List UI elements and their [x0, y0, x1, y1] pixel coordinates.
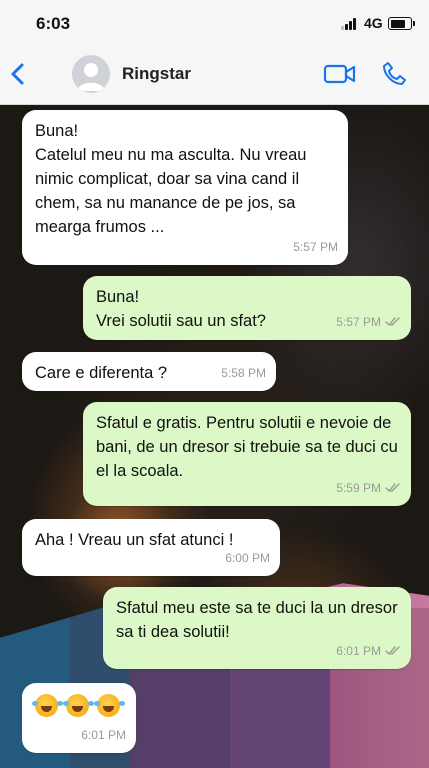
status-bar: 6:03 4G — [0, 0, 429, 44]
message-text: Sfatul e gratis. Pentru solutii e nevoie… — [96, 414, 398, 480]
timestamp: 5:57 PM — [336, 315, 381, 329]
video-camera-icon[interactable] — [323, 62, 357, 86]
message-time: 5:57 PM — [336, 310, 401, 334]
timestamp: 6:01 PM — [81, 728, 126, 742]
timestamp: 5:59 PM — [336, 481, 381, 495]
message-incoming[interactable]: Aha ! Vreau un sfat atunci ! 6:00 PM — [22, 519, 280, 576]
rolling-on-floor-laughing-icon — [94, 694, 120, 717]
phone-icon[interactable] — [381, 59, 407, 87]
message-time: 6:01 PM — [81, 723, 126, 747]
contact-name[interactable]: Ringstar — [122, 64, 191, 84]
message-outgoing[interactable]: Sfatul meu este sa te duci la un dresor … — [103, 587, 411, 669]
message-time: 5:57 PM — [293, 235, 338, 259]
network-type: 4G — [364, 15, 383, 31]
chevron-left-icon[interactable] — [8, 60, 30, 88]
chat-area[interactable]: Buna! Catelul meu nu ma asculta. Nu vrea… — [0, 105, 429, 768]
rolling-on-floor-laughing-icon — [32, 694, 58, 717]
message-text: Sfatul meu este sa te duci la un dresor … — [116, 599, 398, 641]
timestamp: 5:58 PM — [221, 366, 266, 380]
timestamp: 6:01 PM — [336, 644, 381, 658]
message-time: 5:58 PM — [221, 361, 266, 385]
message-time: 6:00 PM — [225, 546, 270, 570]
rolling-on-floor-laughing-icon — [63, 694, 89, 717]
message-time: 5:59 PM — [336, 476, 401, 500]
status-time: 6:03 — [36, 14, 71, 33]
message-time: 6:01 PM — [336, 639, 401, 663]
double-check-icon — [385, 646, 400, 656]
message-incoming[interactable]: 6:01 PM — [22, 683, 136, 753]
double-check-icon — [385, 483, 400, 493]
chat-header: Ringstar — [0, 44, 429, 105]
message-text: Buna! Catelul meu nu ma asculta. Nu vrea… — [35, 122, 307, 236]
battery-level — [390, 19, 405, 28]
message-outgoing[interactable]: Sfatul e gratis. Pentru solutii e nevoie… — [83, 402, 411, 506]
battery-icon — [388, 17, 415, 30]
emoji-row — [32, 692, 123, 717]
message-incoming[interactable]: Buna! Catelul meu nu ma asculta. Nu vrea… — [22, 110, 348, 265]
timestamp: 6:00 PM — [225, 551, 270, 565]
avatar[interactable] — [72, 55, 110, 93]
signal-icon — [341, 18, 359, 30]
timestamp: 5:57 PM — [293, 240, 338, 254]
message-incoming[interactable]: Care e diferenta ? 5:58 PM — [22, 352, 276, 391]
message-outgoing[interactable]: Buna! Vrei solutii sau un sfat? 5:57 PM — [83, 276, 411, 340]
double-check-icon — [385, 317, 400, 327]
